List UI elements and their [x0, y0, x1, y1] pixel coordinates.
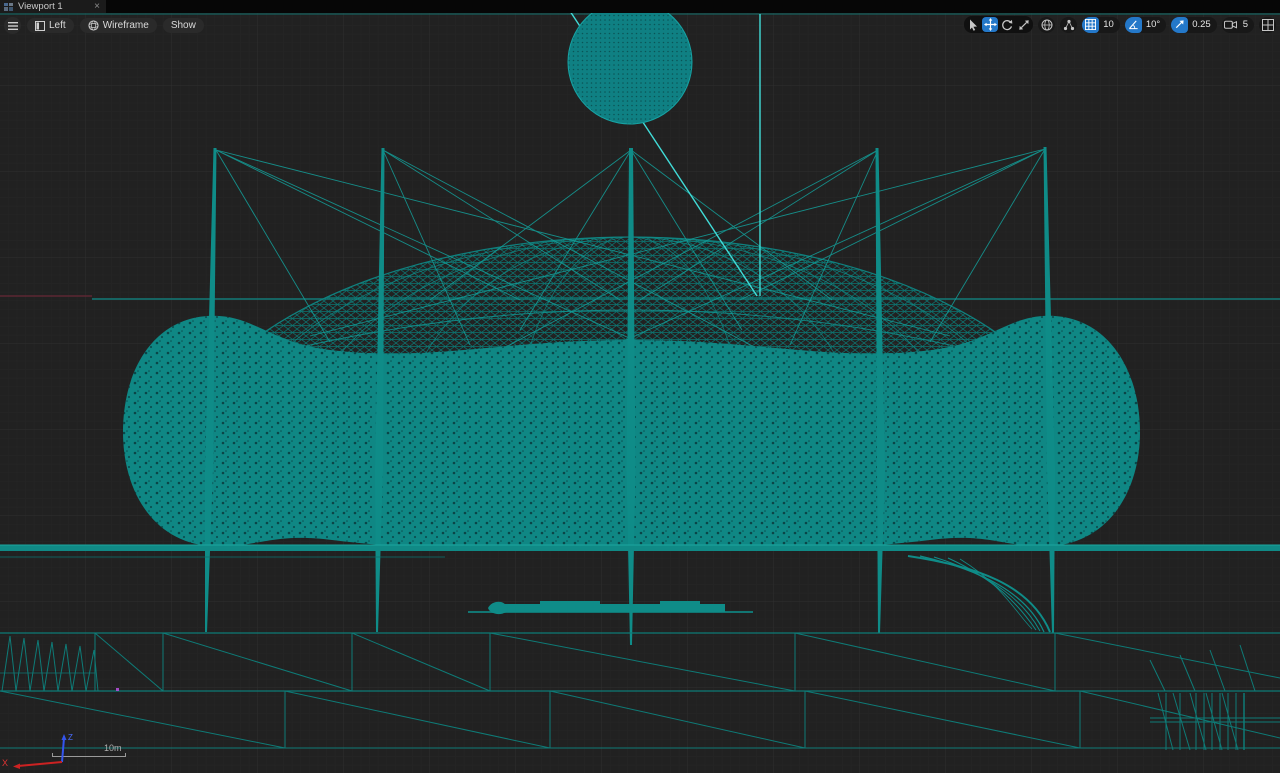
scale-snap-icon	[1171, 16, 1189, 33]
viewport-toolbar-right: 10 10° 0.25 5	[964, 16, 1276, 33]
camera-speed-value: 5	[1242, 19, 1248, 30]
vertex-marker	[116, 688, 119, 691]
rotate-icon	[1002, 19, 1013, 30]
scale-icon	[1019, 19, 1029, 30]
render-mode-button[interactable]: Wireframe	[79, 18, 157, 33]
tab-bar: Viewport 1 ×	[0, 0, 1280, 13]
wireframe-sphere	[567, 0, 693, 125]
grid-snap-value: 10	[1103, 19, 1114, 30]
viewport-toolbar-left: Left Wireframe Show	[4, 17, 204, 34]
globe-icon	[1041, 19, 1053, 30]
tab-label: Viewport 1	[18, 1, 63, 12]
tab-viewport-1[interactable]: Viewport 1 ×	[0, 0, 106, 13]
rotate-tool-button[interactable]	[999, 17, 1015, 32]
render-mode-label: Wireframe	[102, 20, 149, 31]
surface-snapping-button[interactable]	[1060, 16, 1078, 33]
show-label: Show	[170, 20, 196, 31]
z-axis-arrow	[61, 734, 67, 740]
angle-snap-icon	[1124, 16, 1142, 33]
view-mode-label: Left	[49, 20, 66, 31]
hamburger-menu-icon	[7, 21, 18, 30]
rotation-snap-control[interactable]: 10°	[1124, 16, 1167, 33]
x-axis-label: X	[2, 758, 8, 768]
snap-nodes-icon	[1063, 19, 1074, 30]
viewport-grid-icon	[4, 2, 13, 11]
quad-grid-icon	[1261, 18, 1274, 31]
viewport-scene[interactable]	[0, 0, 1280, 773]
axis-gizmo: Z X	[2, 733, 73, 769]
coordinate-space-button[interactable]	[1038, 16, 1056, 33]
left-view-icon	[35, 20, 45, 31]
scale-snap-value: 0.25	[1192, 19, 1211, 30]
cursor-arrow-icon	[969, 19, 977, 31]
transform-tool-group	[964, 16, 1034, 33]
view-mode-button[interactable]: Left	[27, 18, 74, 33]
camera-icon	[1222, 17, 1239, 33]
move-icon	[983, 18, 997, 31]
viewport-options-button[interactable]	[4, 17, 21, 34]
scale-snap-control[interactable]: 0.25	[1171, 16, 1217, 33]
show-button[interactable]: Show	[162, 18, 204, 33]
camera-speed-control[interactable]: 5	[1221, 16, 1254, 33]
wireframe-sphere-icon	[88, 20, 99, 31]
viewport-layout-button[interactable]	[1259, 16, 1276, 33]
select-tool-button[interactable]	[965, 17, 981, 32]
scale-label: 10m	[104, 743, 122, 753]
z-axis-label: Z	[68, 733, 73, 742]
move-tool-button[interactable]	[982, 17, 999, 32]
scale-tool-button[interactable]	[1016, 17, 1032, 32]
viewport-window: Viewport 1 × Left Wireframe Show 10 10° …	[0, 0, 1280, 773]
close-icon[interactable]: ×	[80, 0, 100, 13]
rotation-snap-value: 10°	[1145, 19, 1161, 30]
grid-snap-control[interactable]: 10	[1082, 16, 1120, 33]
grid-snap-icon	[1082, 16, 1100, 33]
x-axis-arrow	[13, 763, 20, 769]
